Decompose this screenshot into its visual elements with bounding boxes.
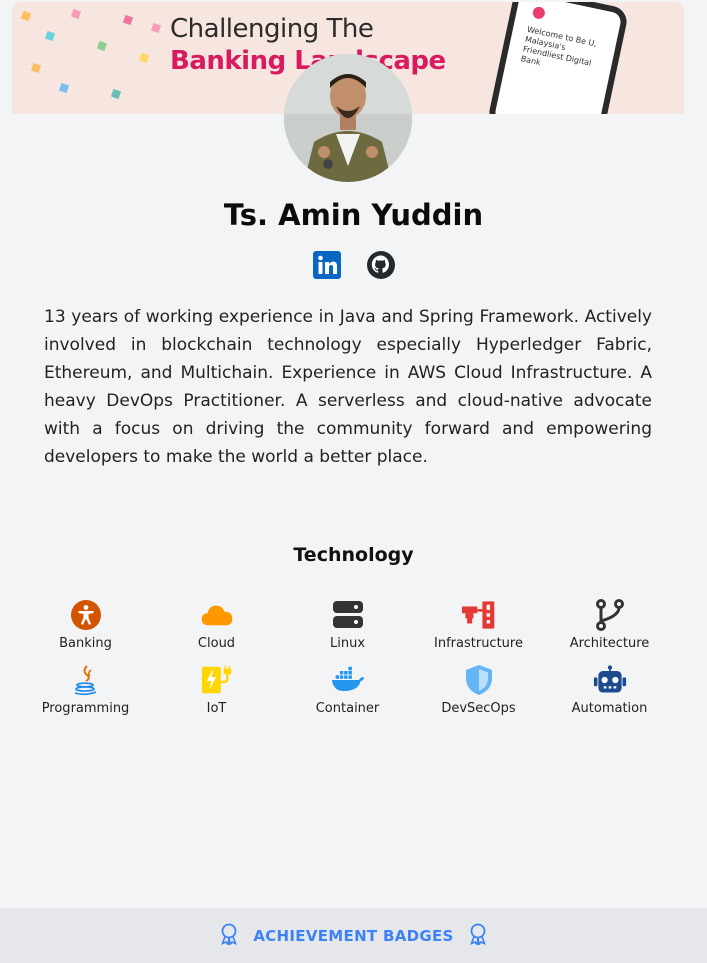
award-icon bbox=[219, 923, 239, 949]
iot-icon bbox=[200, 663, 234, 697]
technology-grid: Banking Cloud Linux Infrastructure Archi… bbox=[20, 598, 676, 716]
tech-label: Container bbox=[315, 701, 380, 716]
tech-label: Architecture bbox=[569, 636, 650, 651]
accessibility-icon bbox=[69, 598, 103, 632]
robot-icon bbox=[593, 663, 627, 697]
tech-item-container: Container bbox=[282, 663, 413, 716]
profile-bio: 13 years of working experience in Java a… bbox=[44, 307, 652, 467]
tech-label: IoT bbox=[206, 701, 227, 716]
tech-item-architecture: Architecture bbox=[544, 598, 675, 651]
tech-item-devsecops: DevSecOps bbox=[413, 663, 544, 716]
award-icon bbox=[468, 923, 488, 949]
tech-item-automation: Automation bbox=[544, 663, 675, 716]
java-icon bbox=[69, 663, 103, 697]
phone-illustration: Welcome to Be U, Malaysia's Friendliest … bbox=[486, 2, 630, 114]
tech-item-banking: Banking bbox=[20, 598, 151, 651]
technology-heading: Technology bbox=[293, 544, 414, 566]
server-icon bbox=[331, 598, 365, 632]
tech-item-cloud: Cloud bbox=[151, 598, 282, 651]
shield-icon bbox=[462, 663, 496, 697]
tech-item-programming: Programming bbox=[20, 663, 151, 716]
tech-label: Cloud bbox=[197, 636, 236, 651]
tech-item-iot: IoT bbox=[151, 663, 282, 716]
achievement-badges-label[interactable]: ACHIEVEMENT BADGES bbox=[253, 927, 453, 945]
docker-icon bbox=[331, 663, 365, 697]
tech-label: Banking bbox=[59, 636, 112, 651]
tech-item-infrastructure: Infrastructure bbox=[413, 598, 544, 651]
achievement-badges-bar[interactable]: ACHIEVEMENT BADGES bbox=[0, 908, 707, 963]
network-icon bbox=[461, 598, 496, 632]
tech-label: Programming bbox=[41, 701, 130, 716]
tech-label: Linux bbox=[329, 636, 366, 651]
tech-label: Automation bbox=[571, 701, 648, 716]
profile-name: Ts. Amin Yuddin bbox=[223, 198, 484, 232]
phone-welcome-text: Welcome to Be U, Malaysia's Friendliest … bbox=[519, 24, 598, 68]
banner-title-line1: Challenging The bbox=[170, 14, 374, 44]
github-icon[interactable] bbox=[365, 249, 397, 281]
git-branch-icon bbox=[593, 598, 627, 632]
tech-label: DevSecOps bbox=[441, 701, 516, 716]
social-links bbox=[0, 249, 707, 281]
tech-item-linux: Linux bbox=[282, 598, 413, 651]
linkedin-icon[interactable] bbox=[311, 249, 343, 281]
tech-label: Infrastructure bbox=[434, 636, 523, 651]
avatar bbox=[284, 54, 412, 182]
cloud-icon bbox=[200, 598, 234, 632]
